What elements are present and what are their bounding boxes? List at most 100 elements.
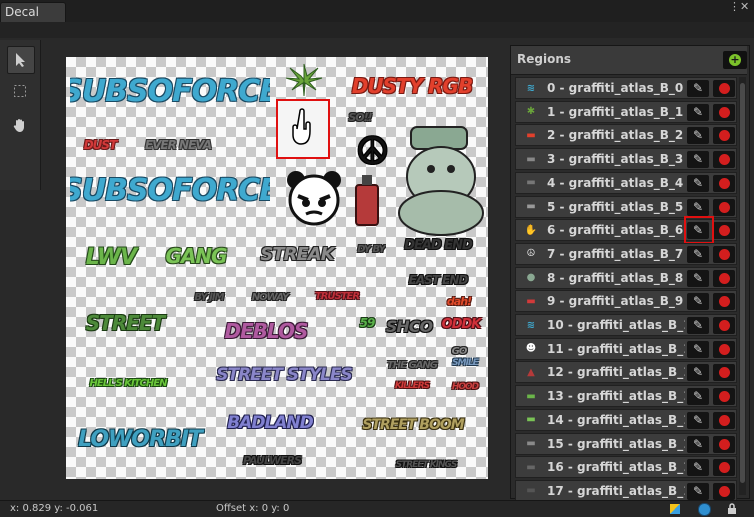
- regions-scrollbar[interactable]: [739, 77, 746, 495]
- atlas-decal[interactable]: DEBLOS: [184, 309, 348, 353]
- atlas-decal[interactable]: [392, 113, 488, 241]
- delete-region-button[interactable]: [713, 269, 735, 287]
- atlas-decal[interactable]: LOWORBIT: [70, 401, 210, 477]
- region-row[interactable]: ▬ 5 - graffiti_atlas_B_5 ✎: [515, 195, 737, 218]
- delete-region-button[interactable]: [713, 482, 735, 500]
- atlas-decal[interactable]: DEAD END: [388, 227, 488, 263]
- atlas-decal[interactable]: THE GANG: [382, 351, 442, 379]
- lock-icon[interactable]: [727, 503, 737, 515]
- edit-region-button[interactable]: ✎: [687, 245, 709, 263]
- atlas-decal[interactable]: DUSTY RGB: [338, 62, 486, 110]
- atlas-decal[interactable]: LWV: [70, 227, 152, 287]
- rect-tool-button[interactable]: [7, 78, 33, 104]
- atlas-decal[interactable]: SUBSOFORCE: [70, 61, 270, 121]
- region-row[interactable]: ● 8 - graffiti_atlas_B_8 ✎: [515, 266, 737, 289]
- pan-tool-button[interactable]: [7, 112, 33, 138]
- region-row[interactable]: ▬ 3 - graffiti_atlas_B_3 ✎: [515, 148, 737, 171]
- edit-region-button[interactable]: ✎: [687, 80, 709, 97]
- region-row[interactable]: ≋ 0 - graffiti_atlas_B_0 ✎: [515, 77, 737, 99]
- edit-region-button[interactable]: ✎: [687, 151, 709, 169]
- delete-region-button[interactable]: [713, 317, 735, 334]
- atlas-decal[interactable]: NOWAY: [238, 287, 302, 307]
- delete-region-button[interactable]: [713, 80, 735, 97]
- tab-decal-atlas[interactable]: Decal Atlas: [0, 2, 66, 38]
- region-row[interactable]: ▬ 17 - graffiti_atlas_B_17 ✎: [515, 479, 737, 502]
- atlas-decal[interactable]: PAULWERS: [202, 447, 342, 473]
- delete-region-button[interactable]: [713, 459, 735, 477]
- edit-region-button[interactable]: ✎: [687, 127, 709, 145]
- edit-region-button[interactable]: ✎: [687, 269, 709, 287]
- atlas-decal[interactable]: HELL'S KITCHEN: [70, 369, 186, 397]
- edit-region-button[interactable]: ✎: [687, 411, 709, 429]
- region-row[interactable]: ✱ 1 - graffiti_atlas_B_1 ✎: [515, 100, 737, 123]
- delete-region-button[interactable]: [713, 103, 735, 121]
- atlas-decal[interactable]: HOOD: [442, 377, 488, 397]
- region-row[interactable]: ▬ 14 - graffiti_atlas_B_14 ✎: [515, 408, 737, 431]
- globe-icon[interactable]: [698, 503, 711, 516]
- edit-region-button[interactable]: ✎: [687, 459, 709, 477]
- region-row[interactable]: ▬ 13 - graffiti_atlas_B_13 ✎: [515, 385, 737, 408]
- region-row[interactable]: ▬ 9 - graffiti_atlas_B_9 ✎: [515, 290, 737, 313]
- close-icon[interactable]: ✕: [740, 0, 749, 13]
- region-row[interactable]: ☻ 11 - graffiti_atlas_B_11 ✎: [515, 337, 737, 360]
- region-row[interactable]: ▲ 12 - graffiti_atlas_B_12 ✎: [515, 361, 737, 384]
- color-swatch-icon[interactable]: [670, 504, 680, 514]
- edit-region-button[interactable]: ✎: [687, 198, 709, 216]
- atlas-decal[interactable]: [278, 60, 330, 100]
- edit-region-button[interactable]: ✎: [687, 388, 709, 406]
- atlas-decal[interactable]: [348, 169, 386, 229]
- delete-region-button[interactable]: [713, 174, 735, 192]
- menu-icon[interactable]: ⋮: [729, 0, 740, 13]
- region-row[interactable]: ✋ 6 - graffiti_atlas_B_6 ✎: [515, 216, 737, 245]
- delete-region-button[interactable]: [713, 198, 735, 216]
- region-row[interactable]: ≋ 10 - graffiti_atlas_B_10 ✎: [515, 314, 737, 336]
- atlas-decal[interactable]: dah!: [430, 291, 488, 311]
- atlas-decal[interactable]: BY JIM: [184, 287, 234, 307]
- atlas-decal[interactable]: DUST: [70, 135, 130, 155]
- atlas-decal[interactable]: ☮: [352, 131, 392, 171]
- atlas-decal[interactable]: SMILE: [442, 349, 488, 377]
- select-tool-button[interactable]: [7, 46, 35, 74]
- edit-region-button[interactable]: ✎: [687, 340, 709, 358]
- delete-region-button[interactable]: [713, 151, 735, 169]
- region-row[interactable]: ☮ 7 - graffiti_atlas_B_7 ✎: [515, 242, 737, 265]
- atlas-decal[interactable]: SO!!: [330, 107, 390, 127]
- atlas-decal[interactable]: STREET STYLES: [186, 351, 382, 399]
- edit-region-button[interactable]: ✎: [687, 435, 709, 453]
- atlas-decal[interactable]: TRUSTER: [304, 285, 370, 307]
- edit-region-button[interactable]: ✎: [687, 482, 709, 500]
- atlas-decal[interactable]: STREAK: [238, 229, 356, 279]
- delete-region-button[interactable]: [713, 127, 735, 145]
- atlas-decal[interactable]: ODDK: [434, 311, 488, 337]
- region-row[interactable]: ▬ 15 - graffiti_atlas_B_15 ✎: [515, 432, 737, 455]
- atlas-decal[interactable]: DY BY: [356, 227, 386, 271]
- delete-region-button[interactable]: [713, 411, 735, 429]
- add-region-button[interactable]: +: [723, 51, 747, 69]
- region-row[interactable]: ▬ 4 - graffiti_atlas_B_4 ✎: [515, 171, 737, 194]
- edit-region-button[interactable]: ✎: [687, 317, 709, 334]
- region-row[interactable]: ▬ 2 - graffiti_atlas_B_2 ✎: [515, 124, 737, 147]
- atlas-decal[interactable]: GANG: [156, 227, 236, 285]
- edit-region-button[interactable]: ✎: [687, 364, 709, 382]
- edit-region-button[interactable]: ✎: [687, 174, 709, 192]
- atlas-decal[interactable]: STREET: [70, 289, 180, 357]
- atlas-decal[interactable]: STREET BOOM: [344, 401, 482, 449]
- delete-region-button[interactable]: [713, 245, 735, 263]
- delete-region-button[interactable]: [713, 340, 735, 358]
- atlas-decal[interactable]: [282, 159, 346, 237]
- region-row[interactable]: ▬ 16 - graffiti_atlas_B_16 ✎: [515, 456, 737, 479]
- atlas-decal[interactable]: KILLERS: [382, 377, 442, 395]
- delete-region-button[interactable]: [713, 222, 735, 240]
- atlas-canvas[interactable]: SUBSOFORCE DUSTY RGB SO!! ☮ DUST EVER NEVA SUB…: [66, 57, 488, 479]
- delete-region-button[interactable]: [713, 364, 735, 382]
- atlas-decal[interactable]: STREET KINGS: [366, 453, 486, 477]
- edit-region-button[interactable]: ✎: [687, 293, 709, 311]
- atlas-decal[interactable]: 59: [350, 309, 384, 337]
- atlas-decal[interactable]: EAST END: [388, 267, 488, 293]
- scrollbar-thumb[interactable]: [740, 83, 745, 483]
- delete-region-button[interactable]: [713, 293, 735, 311]
- delete-region-button[interactable]: [713, 435, 735, 453]
- atlas-decal[interactable]: BADLAND: [212, 403, 328, 443]
- edit-region-button[interactable]: ✎: [687, 103, 709, 121]
- atlas-decal[interactable]: EVER NEVA: [130, 135, 226, 155]
